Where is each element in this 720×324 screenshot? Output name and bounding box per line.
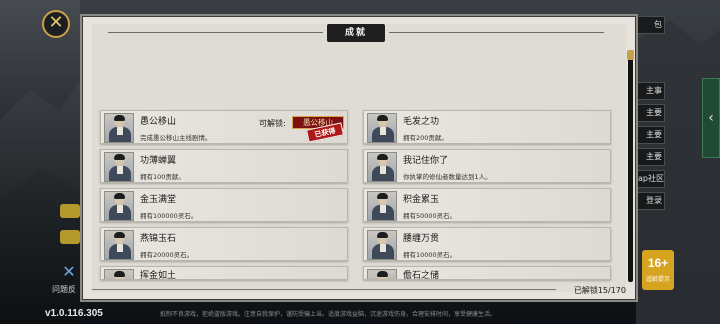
achievement-desc: 拥有100000灵石。 bbox=[140, 212, 198, 220]
close-button[interactable]: ✕ bbox=[42, 10, 70, 38]
chevron-left-icon: ‹ bbox=[708, 110, 714, 126]
achievement-card[interactable]: 腰缠万贯 拥有10000灵石。 bbox=[363, 227, 611, 261]
portrait-icon bbox=[104, 230, 134, 260]
portrait-icon bbox=[367, 269, 397, 279]
achievement-card[interactable]: 毛发之功 拥有200贡献。 bbox=[363, 110, 611, 144]
achievement-card[interactable]: 愚公移山 完成愚公移山主线剧情。 可解锁: 愚公移山 已获得 bbox=[100, 110, 348, 144]
achievement-name: 功薄蝉翼 bbox=[140, 156, 177, 166]
side-menu-item-6[interactable]: 主要 bbox=[637, 148, 665, 166]
achievement-card[interactable]: 积金累玉 拥有50000灵石。 bbox=[363, 188, 611, 222]
unlock-label: 可解锁: bbox=[259, 119, 286, 128]
achievement-desc: 拥有50000灵石。 bbox=[403, 212, 457, 220]
side-menu-item-4[interactable]: 主要 bbox=[637, 104, 665, 122]
age-rating-badge: 16+ 适龄提示 bbox=[642, 250, 674, 290]
achievement-desc: 拥有10000灵石。 bbox=[403, 251, 457, 259]
achievement-name: 燕锦玉石 bbox=[140, 234, 177, 244]
achievement-desc: 你执掌的修仙者数量达到1人。 bbox=[403, 173, 492, 181]
achievement-card[interactable]: 我记住你了 你执掌的修仙者数量达到1人。 bbox=[363, 149, 611, 183]
portrait-icon bbox=[104, 113, 134, 143]
portrait-icon bbox=[367, 230, 397, 260]
left-tag-2[interactable] bbox=[60, 230, 80, 244]
bottom-divider bbox=[92, 289, 556, 290]
achievement-name: 儋石之储 bbox=[403, 271, 440, 280]
achievement-name: 愚公移山 bbox=[140, 117, 177, 127]
achievement-desc: 完成愚公移山主线剧情。 bbox=[140, 134, 212, 142]
achievement-card[interactable]: 挥金如土 bbox=[100, 266, 348, 280]
portrait-icon bbox=[104, 152, 134, 182]
side-menu-item-5[interactable]: 主要 bbox=[637, 126, 665, 144]
side-menu-item-7[interactable]: ap社区 bbox=[637, 170, 665, 188]
panel-title: 成就 bbox=[327, 24, 385, 42]
portrait-icon bbox=[367, 191, 397, 221]
unlocked-count: 已解锁15/170 bbox=[573, 286, 626, 295]
title-divider-left bbox=[108, 32, 323, 33]
achievement-name: 毛发之功 bbox=[403, 117, 440, 127]
scrollbar-track[interactable] bbox=[628, 50, 633, 282]
achievement-name: 我记住你了 bbox=[403, 156, 449, 166]
side-menu-item-1[interactable]: 包 bbox=[637, 16, 665, 34]
portrait-icon bbox=[367, 113, 397, 143]
left-tag-1[interactable] bbox=[60, 204, 80, 218]
portrait-icon bbox=[104, 191, 134, 221]
scrollbar-thumb[interactable] bbox=[627, 50, 634, 60]
disclaimer-text: 抵制不良游戏，拒绝盗版游戏。注意自我保护，谨防受骗上当。适度游戏益脑，沉迷游戏伤… bbox=[160, 311, 497, 318]
tools-icon[interactable]: ✕ bbox=[58, 262, 80, 284]
achievement-name: 金玉满堂 bbox=[140, 195, 177, 205]
version-label: v1.0.116.305 bbox=[45, 308, 103, 319]
achievement-desc: 拥有20000灵石。 bbox=[140, 251, 194, 259]
close-icon: ✕ bbox=[48, 12, 64, 33]
portrait-icon bbox=[367, 152, 397, 182]
achievement-name: 挥金如土 bbox=[140, 271, 177, 280]
achievement-desc: 拥有100贡献。 bbox=[140, 173, 185, 181]
achievement-name: 积金累玉 bbox=[403, 195, 440, 205]
achievements-panel: 成就 愚公移山 完成愚公移山主线剧情。 可解锁: 愚公移山 已获得 毛发之功 拥… bbox=[80, 14, 638, 302]
expand-arrow-button[interactable]: ‹ bbox=[702, 78, 720, 158]
achievement-card[interactable]: 金玉满堂 拥有100000灵石。 bbox=[100, 188, 348, 222]
achievement-card[interactable]: 燕锦玉石 拥有20000灵石。 bbox=[100, 227, 348, 261]
portrait-icon bbox=[104, 269, 134, 279]
achievement-card[interactable]: 儋石之储 bbox=[363, 266, 611, 280]
achievement-desc: 拥有200贡献。 bbox=[403, 134, 448, 142]
feedback-label: 问题反 bbox=[52, 285, 76, 294]
achievement-name: 腰缠万贯 bbox=[403, 234, 440, 244]
side-menu-item-8[interactable]: 登录 bbox=[637, 192, 665, 210]
achievement-card[interactable]: 功薄蝉翼 拥有100贡献。 bbox=[100, 149, 348, 183]
side-menu-item-3[interactable]: 主事 bbox=[637, 82, 665, 100]
title-divider-right bbox=[389, 32, 604, 33]
